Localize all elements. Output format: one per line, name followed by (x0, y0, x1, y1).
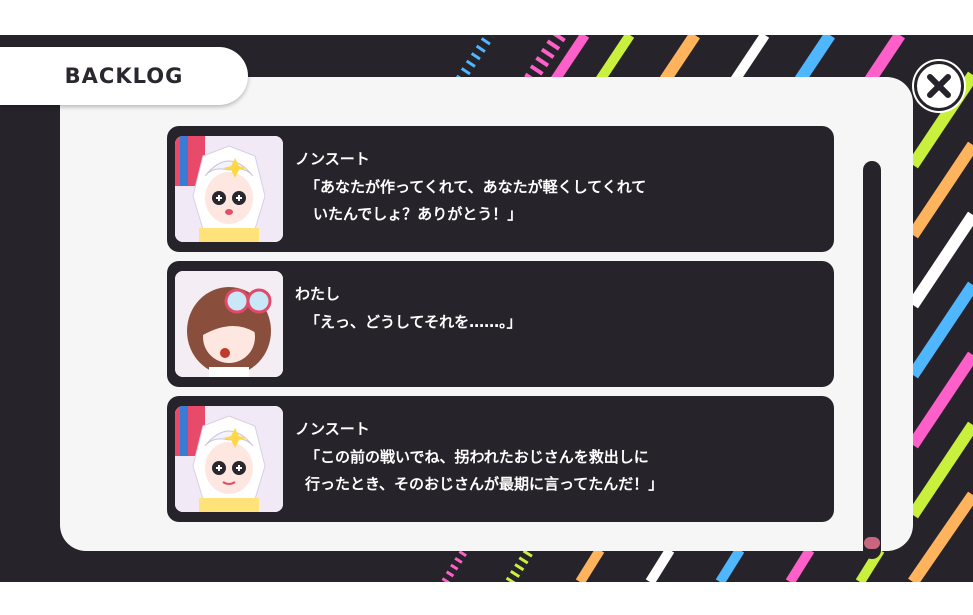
backlog-entry[interactable]: ノンスート 「あなたが作ってくれて、あなたが軽くしてくれて いたんでしょ？ありが… (167, 126, 834, 252)
stripe (550, 35, 590, 83)
nonsuto-portrait (175, 406, 283, 512)
dialogue-line: 「えっ、どうしてそれを……。」 (305, 313, 522, 331)
backlog-entry[interactable]: ノンスート 「この前の戦いでね、拐われたおじさんを救出しに 行ったとき、そのおじ… (167, 396, 834, 522)
speaker-name: ノンスート (295, 150, 370, 168)
dialogue-line: 「あなたが作ってくれて、あなたが軽くしてくれて (305, 178, 647, 196)
stripe (785, 547, 815, 582)
nonsuto-portrait (175, 136, 283, 242)
stripe (660, 35, 700, 84)
dialogue-line: いたんでしょ？ありがとう！」 (313, 205, 523, 223)
close-icon (927, 74, 951, 98)
backlog-entry[interactable]: わたし 「えっ、どうしてそれを……。」 (167, 261, 834, 387)
stripe (795, 35, 835, 84)
scrollbar-thumb[interactable] (864, 537, 880, 549)
dialogue-line: 「この前の戦いでね、拐われたおじさんを救出しに (305, 448, 649, 466)
backlog-header-tab: BACKLOG (0, 47, 248, 105)
dialogue-line: 行ったとき、そのおじさんが最期に言ってたんだ！」 (305, 475, 664, 493)
game-background: BACKLOG ノンスート 「あなたが作ってくれて、あなたが軽くしてくれて いた… (0, 35, 973, 582)
stripe (730, 35, 770, 83)
stripe (645, 547, 675, 582)
stripe (455, 35, 495, 83)
stripe (575, 547, 605, 582)
speaker-name: わたし (295, 285, 341, 303)
stripe (505, 547, 535, 582)
speaker-name: ノンスート (295, 420, 370, 438)
stripe (865, 35, 905, 84)
watashi-portrait (175, 271, 283, 377)
scrollbar-track[interactable] (863, 161, 881, 559)
stripe (441, 547, 469, 582)
stripe (715, 547, 745, 582)
stripe (595, 35, 635, 83)
close-button[interactable] (914, 61, 964, 111)
page-title: BACKLOG (64, 64, 184, 88)
